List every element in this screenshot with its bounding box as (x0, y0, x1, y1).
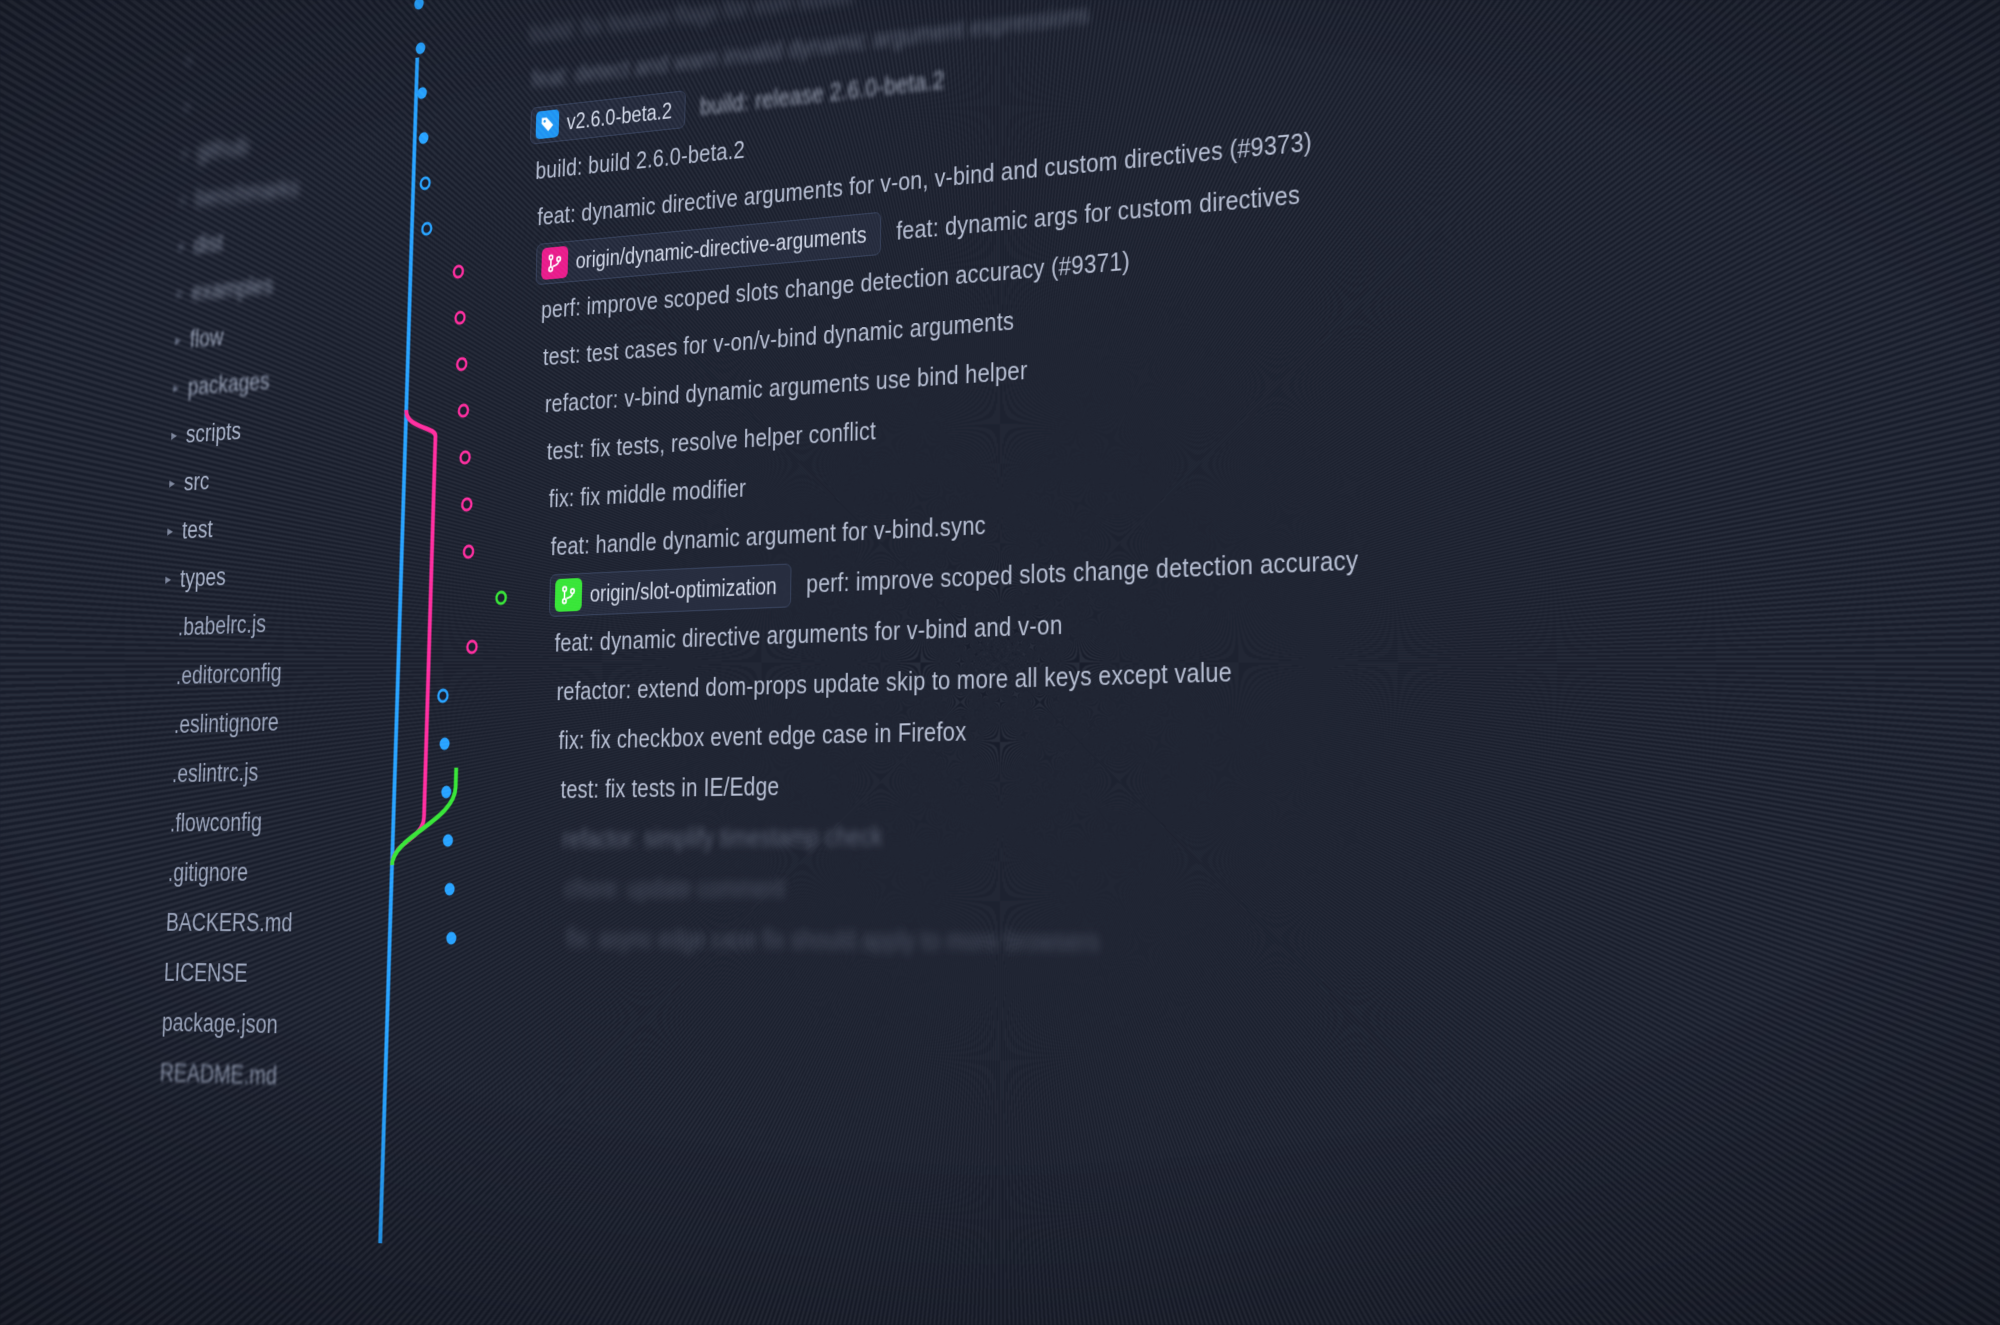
file-tree-file[interactable]: .gitignore (143, 847, 364, 898)
tree-item-label: src (183, 469, 209, 495)
tree-item-label: types (180, 565, 227, 592)
commit-message: refactor: extend dom-props update skip t… (556, 657, 1232, 706)
commit-node[interactable] (461, 497, 473, 512)
tree-item-label: .gitignore (168, 860, 249, 886)
git-graph[interactable]: build: build 2.6.0-beta.3build: fix feat… (345, 0, 2000, 1325)
commit-node[interactable] (419, 176, 431, 191)
commit-message: fix: fix middle modifier (548, 474, 746, 513)
commit-row[interactable]: chore: update comment (362, 858, 2000, 918)
commit-message: fix: fix checkbox event edge case in Fir… (558, 717, 966, 755)
commit-message: fix: async edge case fix should apply to… (566, 924, 1099, 957)
commit-node[interactable] (414, 0, 424, 10)
commit-node[interactable] (453, 264, 465, 279)
commit-message: feat: dynamic directive arguments for v-… (554, 610, 1062, 657)
commit-node[interactable] (441, 786, 451, 799)
commit-node[interactable] (495, 590, 507, 605)
tag-icon (536, 109, 560, 139)
file-tree: ▸ ▸ ▸ github ▸ benchmarks ▸ dist ▸ examples ▸ flow ▸… (122, 0, 395, 1325)
branch-label: origin/slot-optimization (590, 573, 777, 608)
chevron-right-icon: ▸ (165, 524, 175, 539)
file-tree-file[interactable]: .editorconfig (151, 645, 370, 702)
file-tree-file[interactable]: LICENSE (139, 947, 361, 1000)
tree-item-label: package.json (161, 1010, 278, 1038)
commit-node[interactable] (458, 403, 470, 418)
tree-item-label: .editorconfig (176, 660, 283, 689)
file-tree-file[interactable]: .eslintrc.js (147, 745, 367, 799)
chevron-right-icon: ▸ (171, 381, 181, 396)
chevron-right-icon: ▸ (163, 572, 173, 587)
chevron-right-icon: ▸ (183, 99, 193, 114)
tree-item-label: .eslintrc.js (172, 760, 259, 787)
tree-item-label: benchmarks (195, 176, 300, 211)
chevron-right-icon: ▸ (184, 53, 194, 68)
tree-item-label: BACKERS.md (166, 910, 293, 936)
commit-node[interactable] (454, 310, 466, 325)
tree-item-label: github (197, 134, 249, 164)
chevron-right-icon: ▸ (169, 428, 179, 443)
chevron-right-icon: ▸ (179, 192, 189, 207)
tree-item-label: .babelrc.js (178, 612, 267, 640)
chevron-right-icon: ▸ (175, 286, 185, 301)
commit-node[interactable] (444, 883, 454, 896)
tree-item-label: README.md (159, 1060, 277, 1089)
branch-icon (555, 578, 583, 612)
chevron-right-icon: ▸ (181, 146, 191, 161)
file-tree-file[interactable]: package.json (137, 997, 359, 1052)
file-tree-file[interactable]: .babelrc.js (153, 595, 372, 653)
commit-node[interactable] (463, 544, 475, 559)
tree-item-label: dist (193, 231, 223, 258)
commit-node[interactable] (417, 87, 427, 100)
commit-node[interactable] (466, 639, 478, 654)
branch-icon (541, 246, 568, 280)
tree-item-label: .eslintignore (174, 710, 280, 738)
commit-row[interactable]: fix: async edge case fix should apply to… (360, 913, 2000, 978)
commit-node[interactable] (456, 357, 468, 372)
commit-node[interactable] (443, 834, 453, 847)
commit-node[interactable] (459, 450, 471, 465)
file-tree-file[interactable]: README.md (135, 1047, 358, 1104)
tag-label: v2.6.0-beta.2 (566, 98, 672, 135)
commit-node[interactable] (421, 221, 433, 236)
commit-message: test: fix tests in IE/Edge (560, 772, 779, 804)
chevron-right-icon: ▸ (173, 333, 183, 348)
file-tree-file[interactable]: BACKERS.md (141, 898, 362, 949)
commit-message: chore: update comment (564, 874, 785, 904)
tree-item-label: scripts (185, 419, 241, 447)
tree-item-label: test (182, 517, 214, 543)
commit-node[interactable] (419, 132, 429, 145)
chevron-right-icon: ▸ (167, 476, 177, 491)
file-tree-file[interactable]: .flowconfig (145, 796, 365, 848)
commit-message: refactor: simplify timestamp check (562, 822, 883, 854)
chevron-right-icon: ▸ (177, 239, 187, 254)
file-tree-file[interactable]: .eslintignore (149, 695, 369, 750)
tree-item-label: .flowconfig (170, 810, 263, 836)
commit-node[interactable] (439, 737, 449, 750)
tree-item-label: flow (189, 325, 224, 352)
commit-node[interactable] (446, 932, 456, 945)
tree-item-label: packages (187, 369, 270, 400)
tree-item-label: examples (191, 273, 273, 305)
tree-item-label: LICENSE (163, 960, 248, 987)
commit-node[interactable] (416, 42, 426, 55)
branch-pill[interactable]: origin/slot-optimization (549, 563, 791, 617)
commit-node[interactable] (437, 688, 449, 703)
